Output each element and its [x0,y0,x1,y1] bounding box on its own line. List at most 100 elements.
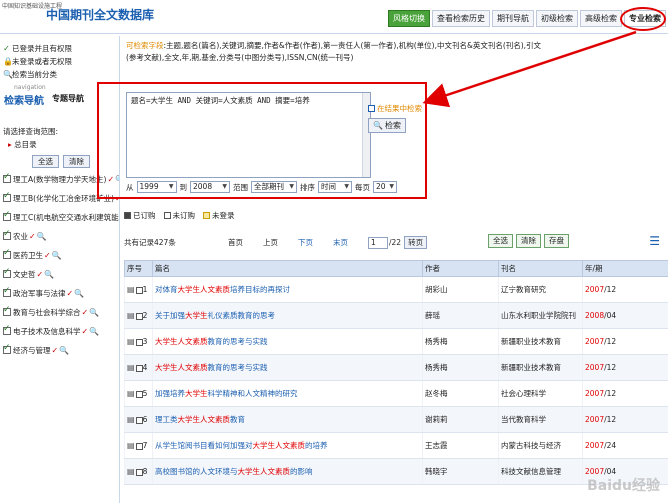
title-cell[interactable]: 理工类大学生人文素质教育 [152,406,423,433]
results-save-button[interactable]: 存盘 [544,234,569,248]
category-label[interactable]: 理工A(数学物理力学天地生) [13,174,106,185]
range-select[interactable]: 全部期刊 ▼ [251,181,297,193]
per-page-select[interactable]: 20 ▼ [373,181,397,193]
author-cell[interactable]: 赵冬梅 [422,380,499,407]
author-cell[interactable]: 谢莉莉 [422,406,499,433]
year-issue-cell[interactable]: 2007/12 [582,380,668,407]
category-checkbox[interactable] [3,286,11,297]
document-icon[interactable]: ▤ [127,285,135,294]
last-page-link[interactable]: 末页 [333,237,348,248]
journal-cell[interactable]: 内蒙古科技与经济 [498,432,583,459]
author-cell[interactable]: 杨秀梅 [422,328,499,355]
document-icon[interactable]: ▤ [127,441,135,450]
category-label[interactable]: 理工C(机电航空交通水利建筑能源) [13,212,119,223]
page-number-input[interactable]: 1 [368,236,388,249]
row-checkbox[interactable] [135,286,143,294]
col-header-title[interactable]: 篇名 [152,260,423,277]
category-item[interactable]: 农业 ✓🔍 [0,229,119,243]
category-label[interactable]: 教育与社会科学综合 [13,307,81,318]
list-view-icon[interactable]: ☰ [649,234,660,248]
year-issue-cell[interactable]: 2007/12 [582,354,668,381]
magnifier-icon[interactable]: 🔍 [44,270,54,279]
title-cell[interactable]: 高校图书馆的人文环境与大学生人文素质的影响 [152,458,423,485]
title-cell[interactable]: 对体育大学生人文素质培养目标的再探讨 [152,276,423,303]
article-title-link[interactable]: 关于加强大学生礼仪素质教育的思考 [155,311,275,320]
magnifier-icon[interactable]: 🔍 [59,346,69,355]
site-title[interactable]: 中国期刊全文数据库 [46,6,154,23]
category-item[interactable]: 医药卫生 ✓🔍 [0,248,119,262]
category-checkbox[interactable] [3,172,11,183]
category-checkbox[interactable] [3,229,11,240]
author-cell[interactable]: 杨秀梅 [422,354,499,381]
author-cell[interactable]: 王志霞 [422,432,499,459]
journal-cell[interactable]: 科技文献信息管理 [498,458,583,485]
year-issue-cell[interactable]: 2007/24 [582,432,668,459]
title-cell[interactable]: 大学生人文素质教育的思考与实践 [152,328,423,355]
category-item[interactable]: 理工C(机电航空交通水利建筑能源) ✓🔍 [0,210,119,224]
document-icon[interactable]: ▤ [127,467,135,476]
category-label[interactable]: 医药卫生 [13,250,43,261]
go-page-button[interactable]: 转页 [404,236,428,249]
row-checkbox[interactable] [135,364,143,372]
table-row[interactable]: ▤ 3 大学生人文素质教育的思考与实践 杨秀梅 新疆职业技术教育 2007/12 [124,328,668,355]
magnifier-icon[interactable]: 🔍 [37,232,47,241]
category-item[interactable]: 电子技术及信息科学 ✓🔍 [0,324,119,338]
journal-cell[interactable]: 辽宁教育研究 [498,276,583,303]
journal-cell[interactable]: 山东水利职业学院院刊 [498,302,583,329]
author-cell[interactable]: 韩晓宇 [422,458,499,485]
category-checkbox[interactable] [3,343,11,354]
row-checkbox[interactable] [135,442,143,450]
table-row[interactable]: ▤ 7 从学生馆阅书目看如何加强对大学生人文素质的培养 王志霞 内蒙古科技与经济 2007… [124,432,668,459]
nav-advanced-search[interactable]: 高级检索 [580,10,622,27]
author-cell[interactable]: 胡彩山 [422,276,499,303]
table-row[interactable]: ▤ 4 大学生人文素质教育的思考与实践 杨秀梅 新疆职业技术教育 2007/12 [124,354,668,381]
document-icon[interactable]: ▤ [127,363,135,372]
col-header-journal[interactable]: 刊名 [498,260,583,277]
category-checkbox[interactable] [3,191,11,202]
next-page-link[interactable]: 下页 [298,237,313,248]
category-checkbox[interactable] [3,248,11,259]
year-issue-cell[interactable]: 2007/12 [582,328,668,355]
select-all-button[interactable]: 全选 [32,155,59,168]
results-select-all-button[interactable]: 全选 [488,234,513,248]
magnifier-icon[interactable]: 🔍 [89,327,99,336]
table-row[interactable]: ▤ 5 加强培养大学生科学精神和人文精神的研究 赵冬梅 社会心理科学 2007/12 [124,380,668,407]
table-row[interactable]: ▤ 6 理工类大学生人文素质教育 谢莉莉 当代教育科学 2007/12 [124,406,668,433]
magnifier-icon[interactable]: 🔍 [52,251,62,260]
topic-navigation-tab[interactable]: 专题导航 [52,93,84,104]
from-year-select[interactable]: 1999 ▼ [136,181,177,193]
journal-cell[interactable]: 当代教育科学 [498,406,583,433]
year-issue-cell[interactable]: 2007/12 [582,406,668,433]
magnifier-icon[interactable]: 🔍 [74,289,84,298]
article-title-link[interactable]: 理工类大学生人文素质教育 [155,415,245,424]
category-checkbox[interactable] [3,210,11,221]
title-cell[interactable]: 从学生馆阅书目看如何加强对大学生人文素质的培养 [152,432,423,459]
category-item[interactable]: 教育与社会科学综合 ✓🔍 [0,305,119,319]
results-clear-button[interactable]: 清除 [516,234,541,248]
category-label[interactable]: 电子技术及信息科学 [13,326,81,337]
nav-basic-search[interactable]: 初级检索 [536,10,578,27]
journal-cell[interactable]: 新疆职业技术教育 [498,354,583,381]
magnifier-icon[interactable]: 🔍 [89,308,99,317]
document-icon[interactable]: ▤ [127,337,135,346]
to-year-select[interactable]: 2008 ▼ [190,181,230,193]
year-issue-cell[interactable]: 2007/12 [582,276,668,303]
row-checkbox[interactable] [135,390,143,398]
row-checkbox[interactable] [135,338,143,346]
clear-button[interactable]: 清除 [63,155,90,168]
nav-search-history[interactable]: 查看检索历史 [432,10,490,27]
category-label[interactable]: 农业 [13,231,28,242]
article-title-link[interactable]: 大学生人文素质教育的思考与实践 [155,337,268,346]
title-cell[interactable]: 加强培养大学生科学精神和人文精神的研究 [152,380,423,407]
category-label[interactable]: 文史哲 [13,269,36,280]
nav-style-switch[interactable]: 风格切换 [388,10,430,27]
author-cell[interactable]: 薛瑶 [422,302,499,329]
col-header-year-issue[interactable]: 年/期 [582,260,668,277]
category-item[interactable]: 政治军事与法律 ✓🔍 [0,286,119,300]
table-row[interactable]: ▤ 2 关于加强大学生礼仪素质教育的思考 薛瑶 山东水利职业学院院刊 2008/04 [124,302,668,329]
article-title-link[interactable]: 对体育大学生人文素质培养目标的再探讨 [155,285,290,294]
title-cell[interactable]: 大学生人文素质教育的思考与实践 [152,354,423,381]
first-page-link[interactable]: 首页 [228,237,243,248]
row-checkbox[interactable] [135,312,143,320]
category-checkbox[interactable] [3,267,11,278]
